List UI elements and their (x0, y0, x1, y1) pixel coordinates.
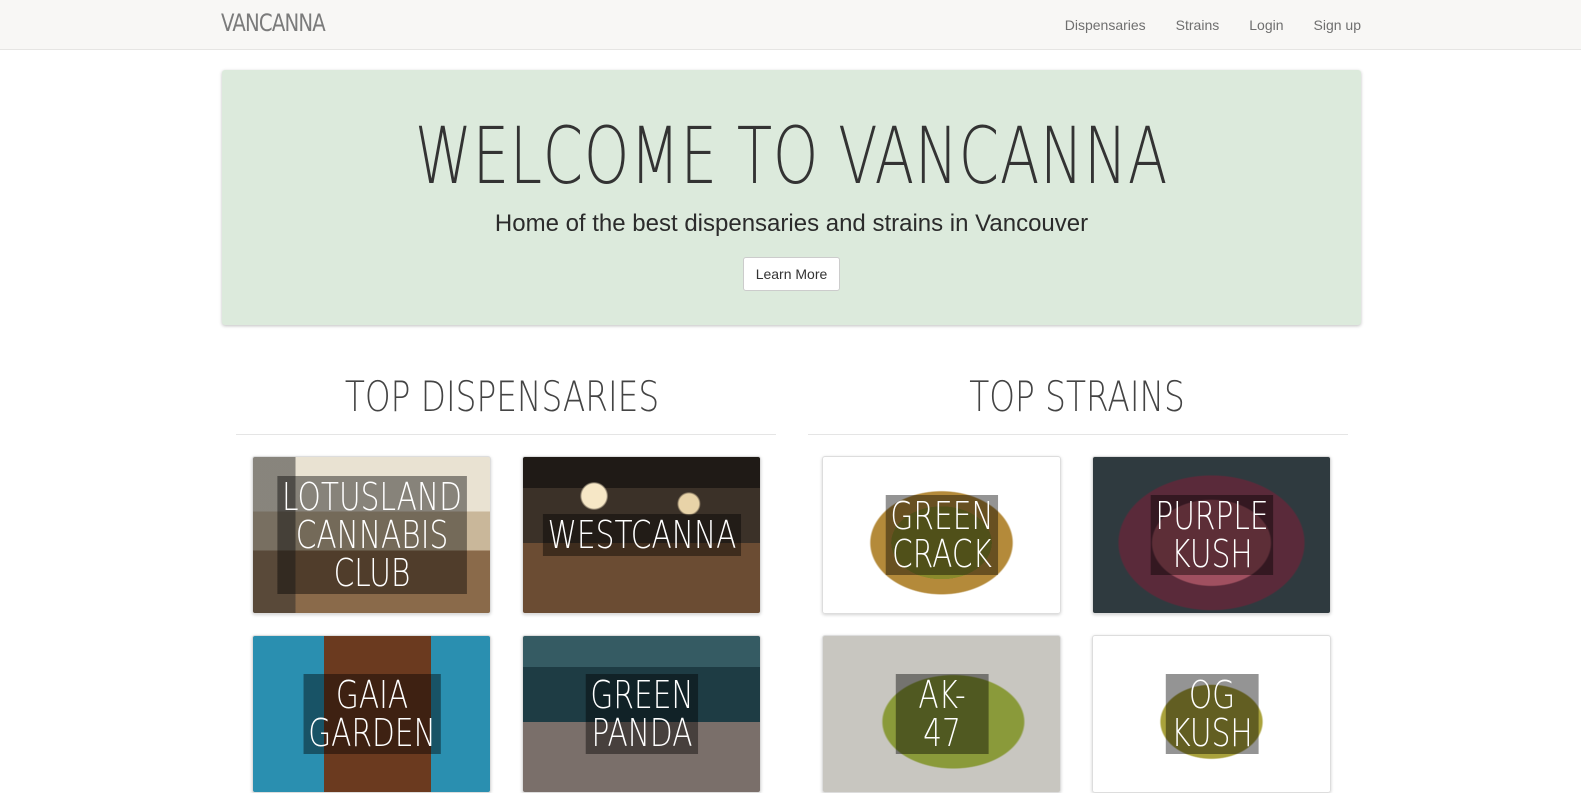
dispensary-card-label: GREEN PANDA (585, 674, 698, 754)
strain-card-purple-kush[interactable]: PURPLE KUSH (1092, 456, 1331, 614)
welcome-subtitle: Home of the best dispensaries and strain… (494, 210, 1089, 237)
dispensary-card-gaia-garden[interactable]: GAIA GARDEN (252, 635, 491, 793)
nav-strains-link[interactable]: Strains (1176, 17, 1220, 33)
dispensary-card-label: LOTUSLAND CANNABIS CLUB (276, 476, 467, 594)
nav-dispensaries-link[interactable]: Dispensaries (1065, 17, 1146, 33)
dispensary-card-green-panda[interactable]: GREEN PANDA (522, 635, 761, 793)
nav-login-link[interactable]: Login (1249, 17, 1283, 33)
dispensary-card-lotusland[interactable]: LOTUSLAND CANNABIS CLUB (252, 456, 491, 614)
strains-divider (808, 434, 1348, 435)
strain-card-green-crack[interactable]: GREEN CRACK (822, 456, 1061, 614)
strain-card-label: AK-47 (895, 674, 988, 754)
dispensaries-divider (236, 434, 776, 435)
strain-card-og-kush[interactable]: OG KUSH (1092, 635, 1331, 793)
nav-links: Dispensaries Strains Login Sign up (1065, 0, 1361, 50)
nav-signup-link[interactable]: Sign up (1314, 17, 1361, 33)
welcome-jumbotron: WELCOME TO VANCANNA Home of the best dis… (222, 70, 1361, 325)
brand-logo[interactable]: VANCANNA (221, 9, 326, 37)
welcome-title: WELCOME TO VANCANNA (414, 112, 1169, 202)
top-navbar: VANCANNA Dispensaries Strains Login Sign… (0, 0, 1581, 50)
dispensary-card-westcanna[interactable]: WESTCANNA (522, 456, 761, 614)
strain-card-label: OG KUSH (1165, 674, 1258, 754)
strain-card-label: PURPLE KUSH (1150, 495, 1273, 575)
strain-card-ak-47[interactable]: AK-47 (822, 635, 1061, 793)
dispensary-card-label: WESTCANNA (542, 514, 741, 556)
strain-card-label: GREEN CRACK (885, 495, 998, 575)
dispensary-card-label: GAIA GARDEN (303, 674, 440, 754)
top-dispensaries-heading: TOP DISPENSARIES (344, 372, 660, 421)
top-strains-heading: TOP STRAINS (969, 372, 1185, 421)
learn-more-button[interactable]: Learn More (743, 257, 840, 291)
